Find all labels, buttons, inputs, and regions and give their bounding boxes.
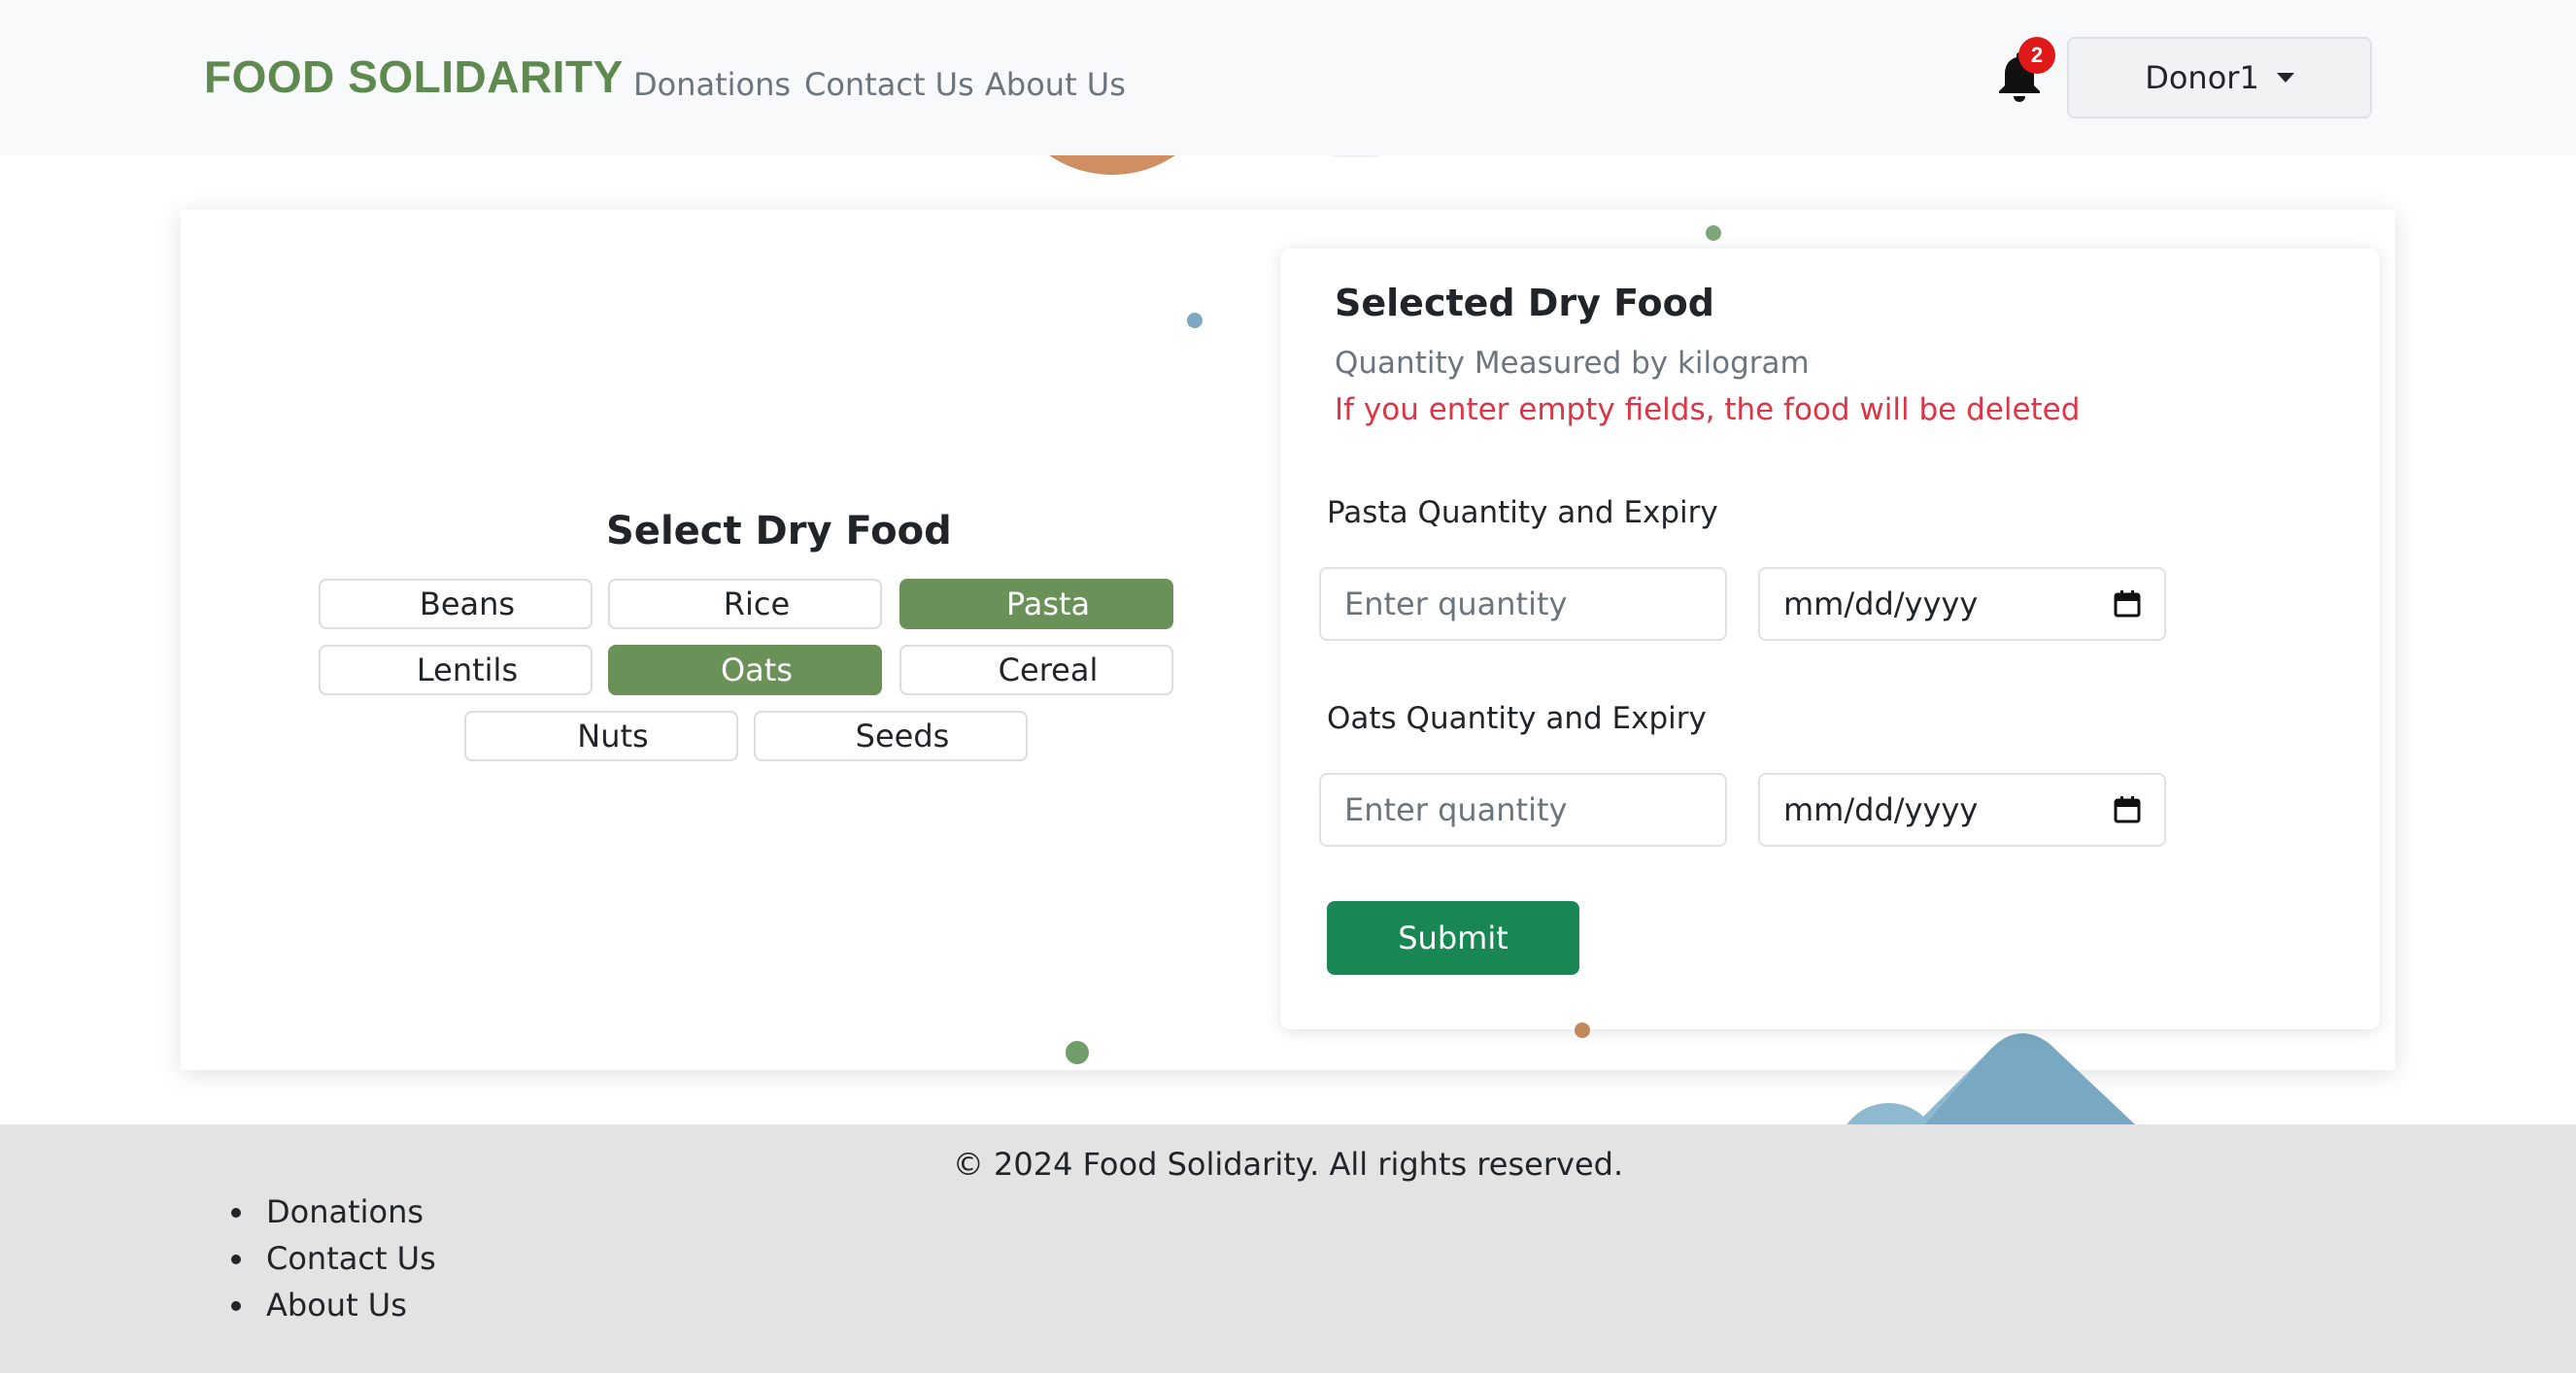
calendar-icon[interactable]	[2114, 590, 2141, 618]
decorative-dot	[1575, 1022, 1590, 1038]
user-name: Donor1	[2145, 59, 2259, 96]
nav-link-about-us[interactable]: About Us	[985, 66, 1126, 103]
footer-link-donations[interactable]: Donations	[225, 1189, 436, 1235]
oats-quantity-input[interactable]	[1319, 773, 1727, 847]
footer-link-about-us[interactable]: About Us	[225, 1282, 436, 1328]
caret-down-icon	[2276, 73, 2294, 83]
selected-dry-food-title: Selected Dry Food	[1335, 282, 1714, 324]
food-option-nuts[interactable]: Nuts	[464, 711, 738, 761]
oats-expiry-date-input[interactable]: mm/dd/yyyy	[1758, 773, 2166, 847]
decorative-dot	[1066, 1041, 1089, 1064]
food-option-pasta[interactable]: Pasta	[899, 579, 1173, 629]
user-menu-dropdown[interactable]: Donor1	[2067, 37, 2372, 118]
pasta-expiry-date-input[interactable]: mm/dd/yyyy	[1758, 567, 2166, 641]
select-dry-food-title: Select Dry Food	[606, 509, 952, 553]
nav-link-contact-us[interactable]: Contact Us	[804, 66, 974, 103]
decorative-dot	[1706, 225, 1721, 241]
nav-link-donations[interactable]: Donations	[633, 66, 791, 103]
date-placeholder: mm/dd/yyyy	[1783, 586, 1979, 622]
date-placeholder: mm/dd/yyyy	[1783, 791, 1979, 828]
food-option-lentils[interactable]: Lentils	[319, 645, 593, 695]
navbar: FOOD SOLIDARITY Donations Contact Us Abo…	[0, 0, 2576, 155]
submit-button[interactable]: Submit	[1327, 901, 1579, 975]
notification-badge: 2	[2018, 37, 2055, 74]
brand-logo[interactable]: FOOD SOLIDARITY	[204, 50, 624, 103]
footer-link-contact-us[interactable]: Contact Us	[225, 1235, 436, 1282]
footer-links: Donations Contact Us About Us	[225, 1189, 436, 1328]
oats-field-label: Oats Quantity and Expiry	[1327, 701, 1707, 736]
food-option-oats[interactable]: Oats	[608, 645, 882, 695]
decorative-mountains	[1846, 1033, 2137, 1126]
calendar-icon[interactable]	[2114, 796, 2141, 823]
food-option-rice[interactable]: Rice	[608, 579, 882, 629]
quantity-unit-note: Quantity Measured by kilogram	[1335, 346, 1810, 381]
food-option-beans[interactable]: Beans	[319, 579, 593, 629]
decorative-dot	[1187, 313, 1203, 328]
empty-fields-warning: If you enter empty fields, the food will…	[1335, 392, 2081, 427]
food-option-cereal[interactable]: Cereal	[899, 645, 1173, 695]
pasta-quantity-input[interactable]	[1319, 567, 1727, 641]
pasta-field-label: Pasta Quantity and Expiry	[1327, 495, 1718, 530]
food-option-seeds[interactable]: Seeds	[754, 711, 1028, 761]
footer-copyright: © 2024 Food Solidarity. All rights reser…	[952, 1146, 1624, 1183]
